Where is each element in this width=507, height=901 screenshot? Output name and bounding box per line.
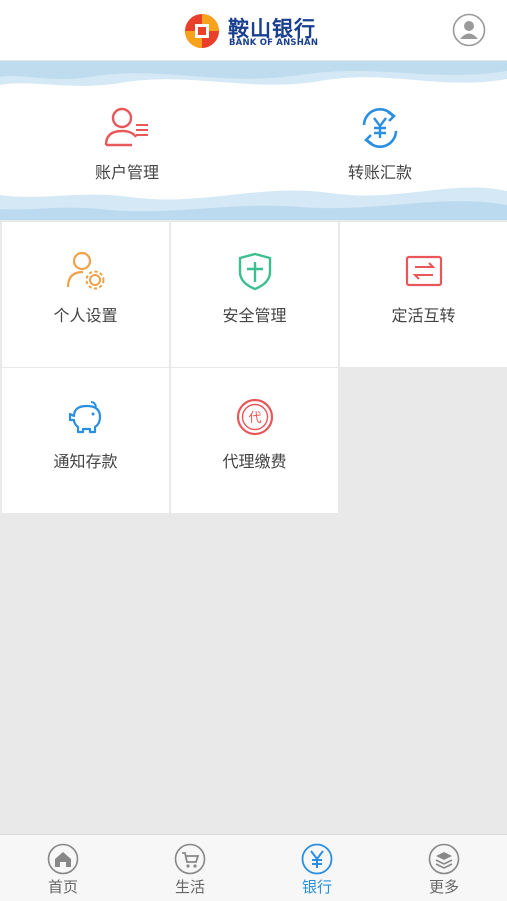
tab-life[interactable]: 生活 — [127, 835, 253, 901]
piggy-bank-icon — [68, 401, 101, 434]
bottom-tab-bar: 首页 生活 银行 更多 — [0, 834, 507, 901]
transfer-yuan-icon — [362, 108, 398, 148]
fixed-current-transfer-label: 定活互转 — [391, 306, 456, 325]
personal-settings-label: 个人设置 — [53, 306, 118, 325]
layers-icon — [428, 843, 460, 875]
security-management-label: 安全管理 — [222, 306, 287, 325]
tab-more[interactable]: 更多 — [381, 835, 507, 901]
transfer-remittance-button[interactable]: 转账汇款 — [320, 103, 440, 183]
tab-home[interactable]: 首页 — [0, 835, 126, 901]
cart-icon — [174, 843, 206, 875]
shield-icon — [238, 252, 271, 291]
agent-pay-glyph: 代 — [248, 411, 261, 426]
hero-banner: 账户管理 转账汇款 — [0, 61, 507, 220]
tab-more-label: 更多 — [428, 878, 459, 896]
account-management-button[interactable]: 账户管理 — [67, 103, 187, 183]
grid-item-agent-payment[interactable]: 代 代理缴费 — [171, 368, 338, 513]
grid-item-personal-settings[interactable]: 个人设置 — [2, 222, 169, 367]
exchange-icon — [405, 255, 442, 287]
app-header: 鞍山银行 BANK OF ANSHAN — [0, 0, 507, 61]
person-settings-icon — [66, 251, 104, 290]
notice-deposit-label: 通知存款 — [53, 452, 118, 471]
account-manage-icon — [104, 107, 148, 147]
transfer-remittance-label: 转账汇款 — [347, 163, 412, 182]
grid-item-security-management[interactable]: 安全管理 — [171, 222, 338, 367]
agent-payment-label: 代理缴费 — [222, 452, 287, 471]
yuan-icon — [301, 843, 333, 875]
tab-bank[interactable]: 银行 — [254, 835, 380, 901]
tab-home-label: 首页 — [47, 878, 78, 896]
bank-logo-icon — [185, 14, 219, 48]
brand-name-en: BANK OF ANSHAN — [229, 38, 319, 48]
account-management-label: 账户管理 — [94, 163, 159, 182]
agent-pay-icon: 代 — [236, 398, 273, 436]
home-icon — [47, 843, 79, 875]
grid-item-fixed-current-transfer[interactable]: 定活互转 — [340, 222, 507, 367]
user-avatar-icon[interactable] — [452, 13, 486, 47]
tab-bank-label: 银行 — [301, 878, 332, 896]
grid-item-notice-deposit[interactable]: 通知存款 — [2, 368, 169, 513]
bank-logo: 鞍山银行 BANK OF ANSHAN — [184, 12, 334, 50]
tab-life-label: 生活 — [174, 878, 205, 896]
